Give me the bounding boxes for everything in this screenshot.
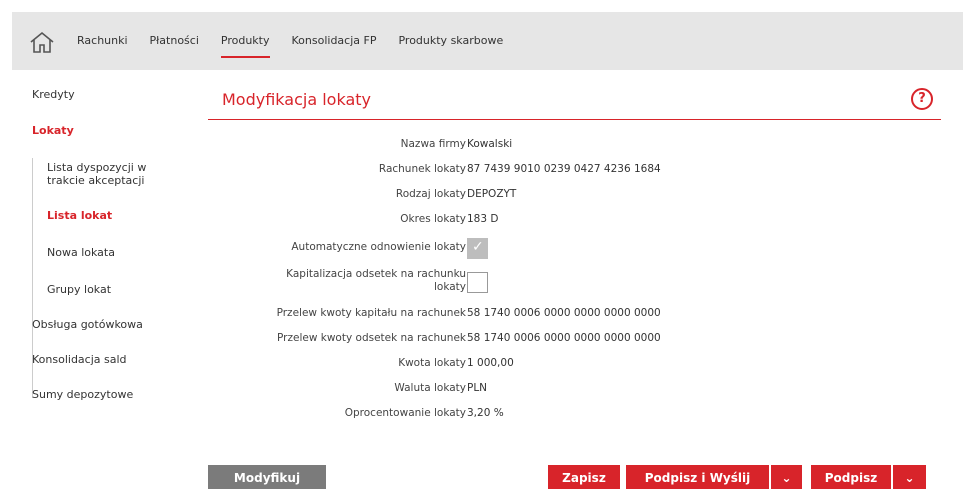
title-divider [208, 119, 941, 120]
sidebar-sub-lista-dyspozycji[interactable]: Lista dyspozycji w trakcie akceptacji [47, 161, 172, 187]
value-rodzaj-lokaty: DEPOZYT [467, 188, 517, 200]
page-title: Modyfikacja lokaty [222, 90, 371, 109]
label-waluta-lokaty: Waluta lokaty [394, 382, 466, 394]
modify-button[interactable]: Modyfikuj [208, 465, 326, 489]
sidebar-item-obsluga-gotowkowa[interactable]: Obsługa gotówkowa [32, 318, 143, 331]
label-nazwa-firmy: Nazwa firmy [400, 138, 466, 150]
top-navigation-bar: Rachunki Płatności Produkty Konsolidacja… [12, 12, 963, 70]
auto-renewal-checkbox[interactable] [467, 238, 488, 259]
nav-produkty[interactable]: Produkty [220, 12, 270, 70]
sign-button[interactable]: Podpisz [811, 465, 891, 489]
label-rachunek-lokaty: Rachunek lokaty [378, 163, 466, 175]
label-kwota-lokaty: Kwota lokaty [398, 357, 466, 369]
label-oprocentowanie-lokaty: Oprocentowanie lokaty [344, 407, 466, 419]
sidebar-sub-nowa-lokata[interactable]: Nowa lokata [47, 246, 115, 259]
nav-rachunki[interactable]: Rachunki [77, 12, 128, 70]
sidebar-item-lokaty[interactable]: Lokaty [32, 124, 74, 137]
nav-konsolidacja-fp[interactable]: Konsolidacja FP [292, 12, 377, 70]
capitalization-checkbox[interactable] [467, 272, 488, 293]
sign-and-send-dropdown-chevron-icon[interactable]: ⌄ [771, 465, 802, 489]
sign-dropdown-chevron-icon[interactable]: ⌄ [893, 465, 926, 489]
value-przelew-odsetek: 58 1740 0006 0000 0000 0000 0000 [467, 332, 661, 344]
sidebar-item-konsolidacja-sald[interactable]: Konsolidacja sald [32, 353, 127, 366]
label-przelew-kapitalu: Przelew kwoty kapitału na rachunek [276, 307, 466, 319]
value-okres-lokaty: 183 D [467, 213, 499, 225]
sidebar-sub-grupy-lokat[interactable]: Grupy lokat [47, 283, 111, 296]
nav-produkty-skarbowe[interactable]: Produkty skarbowe [398, 12, 503, 70]
save-button[interactable]: Zapisz [548, 465, 620, 489]
value-kwota-lokaty: 1 000,00 [467, 357, 514, 369]
home-icon[interactable] [29, 30, 55, 54]
nav-platnosci[interactable]: Płatności [150, 12, 199, 70]
help-icon[interactable]: ? [911, 88, 933, 110]
sidebar-item-sumy-depozytowe[interactable]: Sumy depozytowe [32, 388, 133, 401]
label-przelew-odsetek: Przelew kwoty odsetek na rachunek [277, 332, 466, 344]
top-nav: Rachunki Płatności Produkty Konsolidacja… [77, 12, 525, 70]
value-oprocentowanie-lokaty: 3,20 % [467, 407, 504, 419]
label-okres-lokaty: Okres lokaty [400, 213, 466, 225]
value-waluta-lokaty: PLN [467, 382, 488, 394]
sidebar-sub-lista-lokat[interactable]: Lista lokat [47, 209, 112, 222]
value-rachunek-lokaty: 87 7439 9010 0239 0427 4236 1684 [467, 163, 661, 175]
label-automatyczne-odnowienie: Automatyczne odnowienie lokaty [291, 241, 466, 253]
label-kapitalizacja-odsetek: Kapitalizacja odsetek na rachunku lokaty [286, 268, 466, 293]
value-przelew-kapitalu: 58 1740 0006 0000 0000 0000 0000 [467, 307, 661, 319]
sidebar-item-kredyty[interactable]: Kredyty [32, 88, 75, 101]
value-nazwa-firmy: Kowalski [467, 138, 513, 150]
label-rodzaj-lokaty: Rodzaj lokaty [395, 188, 466, 200]
sign-and-send-button[interactable]: Podpisz i Wyślij [626, 465, 769, 489]
